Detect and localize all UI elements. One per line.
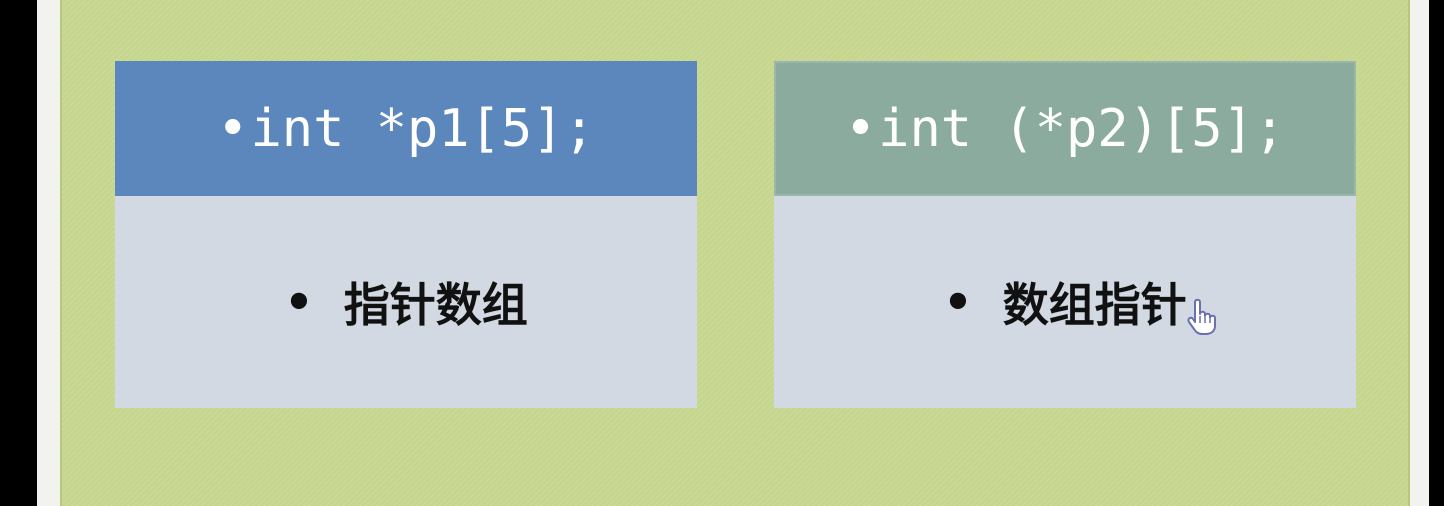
left-code-text: int *p1[5]; [250,98,595,159]
right-card-header: • int (*p2)[5]; [774,61,1356,196]
left-card-body: • 指针数组 [115,196,697,408]
left-item-text: 指针数组 [343,278,528,332]
right-code-text: int (*p2)[5]; [878,98,1286,159]
right-item-text: 数组指针 [1002,278,1187,332]
right-header-bullet: • [844,98,877,159]
screen-frame: • int *p1[5]; • 指针数组 • int (*p2)[5]; • 数组指… [0,0,1444,506]
hand-pointer-icon [1187,298,1216,335]
left-header-bullet: • [217,98,249,159]
slide-canvas: • int *p1[5]; • 指针数组 • int (*p2)[5]; • 数组指… [60,0,1410,506]
right-card-body: • 数组指针 [774,196,1356,408]
left-card-header: • int *p1[5]; [115,61,697,196]
left-item-bullet: • [284,275,314,329]
left-card: • int *p1[5]; • 指针数组 [115,61,697,408]
right-card: • int (*p2)[5]; • 数组指针 [774,61,1356,408]
right-item-bullet: • [943,275,973,329]
